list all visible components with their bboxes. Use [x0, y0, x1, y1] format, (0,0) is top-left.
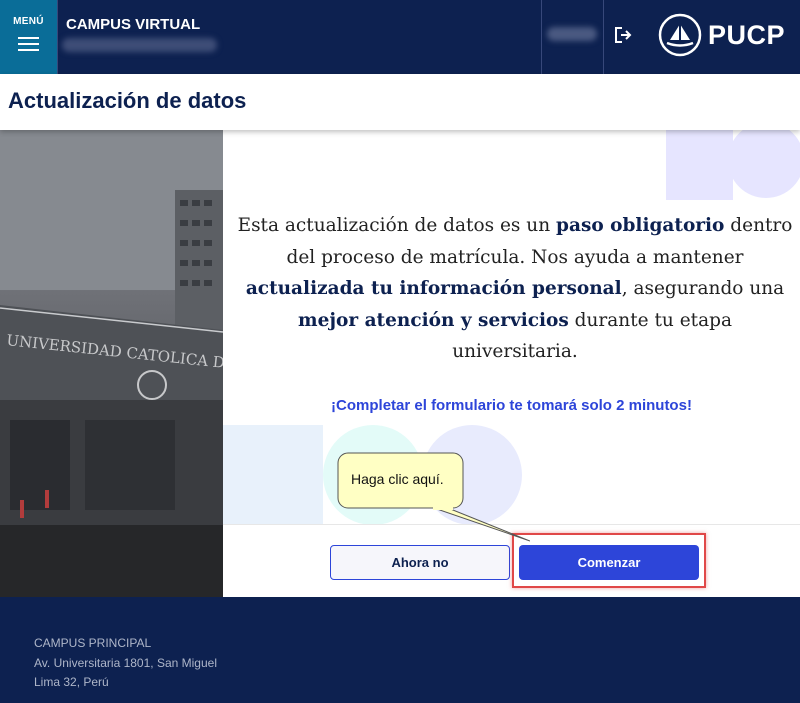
campus-building-illustration: UNIVERSIDAD CATOLICA DE: [0, 130, 223, 597]
menu-label: MENÚ: [13, 16, 44, 27]
footer: CAMPUS PRINCIPAL Av. Universitaria 1801,…: [0, 597, 800, 703]
app-title: CAMPUS VIRTUAL: [66, 16, 201, 33]
para-text: , asegurando una: [621, 278, 785, 299]
para-text: Esta actualización de datos es un: [237, 215, 557, 236]
time-estimate-note: ¡Completar el formulario te tomará solo …: [331, 397, 692, 414]
tooltip-callout: [337, 452, 530, 542]
para-bold: actualizada tu información personal: [245, 278, 622, 299]
divider: [57, 0, 58, 74]
para-bold: mejor atención y servicios: [298, 309, 569, 331]
menu-button[interactable]: MENÚ: [0, 0, 57, 74]
logout-icon[interactable]: [613, 25, 633, 45]
user-name-redacted: [62, 38, 217, 52]
pucp-logo[interactable]: PUCP: [657, 12, 785, 58]
highlight-box: [512, 533, 706, 588]
footer-address: Av. Universitaria 1801, San Miguel: [34, 656, 217, 670]
page-title: Actualización de datos: [8, 88, 247, 113]
menu-icon: [18, 37, 39, 55]
logo-text: PUCP: [708, 19, 786, 50]
user-initials-redacted[interactable]: [547, 27, 597, 41]
footer-campus-label: CAMPUS PRINCIPAL: [34, 636, 152, 650]
not-now-button[interactable]: Ahora no: [330, 545, 510, 580]
divider: [603, 0, 604, 74]
divider: [541, 0, 542, 74]
footer-city: Lima 32, Perú: [34, 675, 109, 689]
decorative-shapes-top: [666, 130, 800, 200]
page-titlebar: Actualización de datos: [0, 74, 800, 130]
tooltip-text: Haga clic aquí.: [351, 471, 444, 487]
campus-photo: UNIVERSIDAD CATOLICA DE: [0, 130, 223, 597]
para-bold: paso obligatorio: [556, 215, 725, 236]
pucp-seal-icon: [658, 13, 702, 57]
top-navbar: MENÚ CAMPUS VIRTUAL PUCP: [0, 0, 800, 74]
intro-paragraph: Esta actualización de datos es un paso o…: [235, 210, 795, 368]
